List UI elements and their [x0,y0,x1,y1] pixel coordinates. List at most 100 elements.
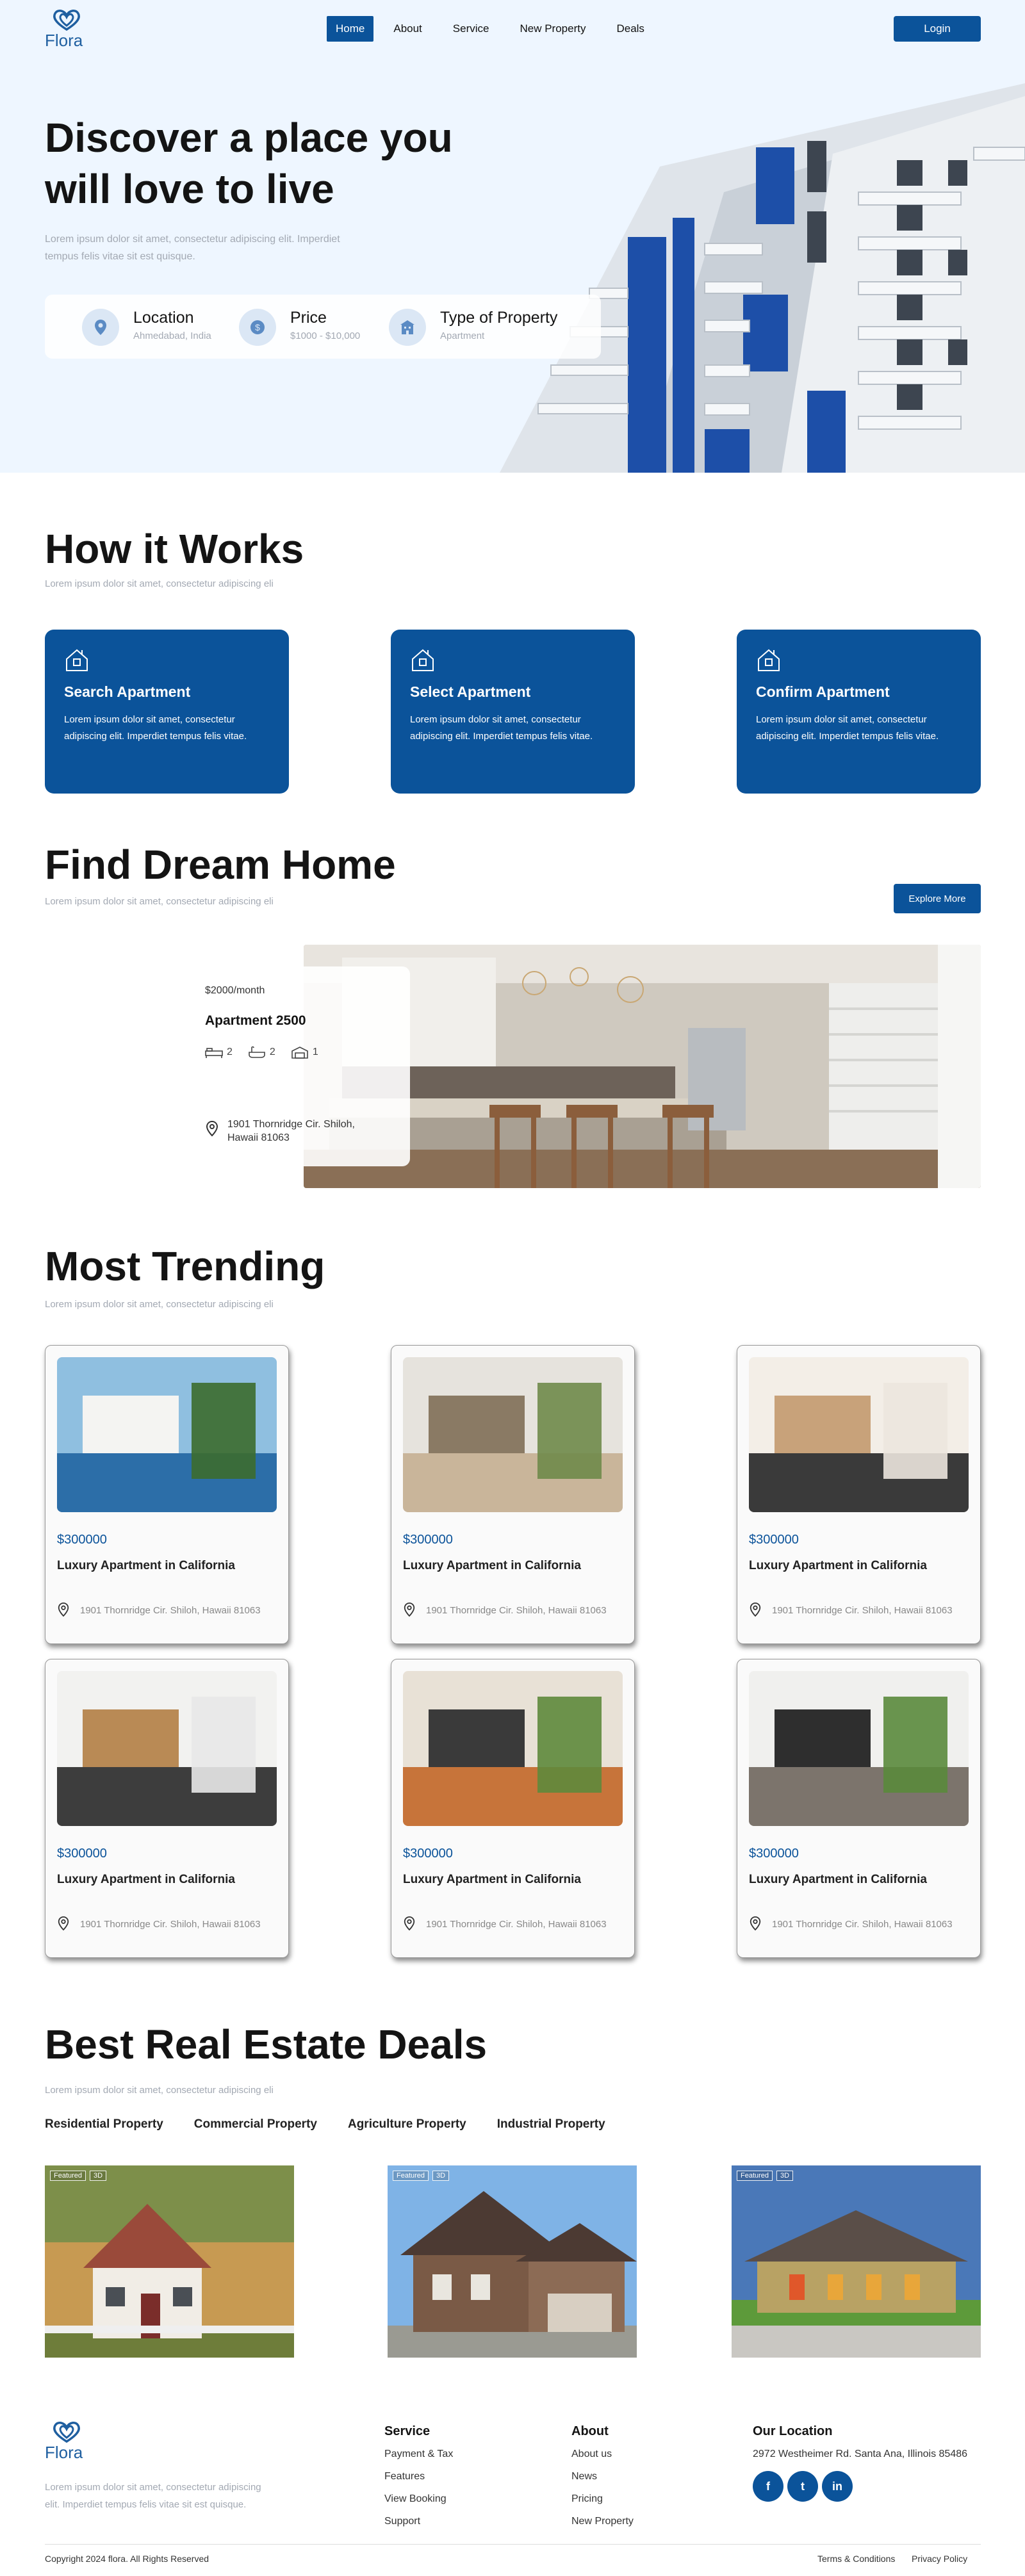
tab-industrial[interactable]: Industrial Property [497,2117,605,2132]
trending-property-photo [403,1671,623,1826]
trending-address: 1901 Thornridge Cir. Shiloh, Hawaii 8106… [772,1919,953,1930]
location-pin-icon [750,1916,761,1931]
trending-price: $300000 [403,1533,453,1547]
deal-card[interactable]: Featured 3D [732,2165,981,2358]
trending-card[interactable]: $300000 Luxury Apartment in California 190… [737,1659,981,1958]
footer-link-pricing[interactable]: Pricing [571,2493,603,2505]
property-search-bar: Location Ahmedabad, India $ Price $1000 … [45,295,601,359]
search-price[interactable]: $ Price $1000 - $10,000 [239,306,373,347]
logo[interactable]: Flora [45,9,90,50]
footer-link-features[interactable]: Features [384,2471,425,2482]
nav-service[interactable]: Service [442,16,500,42]
privacy-link[interactable]: Privacy Policy [912,2554,967,2564]
dollar-coin-icon: $ [239,309,276,346]
bed-icon [205,1048,223,1058]
footer-logo[interactable]: Flora [45,2421,96,2462]
tab-agriculture[interactable]: Agriculture Property [348,2117,466,2132]
footer-link-support[interactable]: Support [384,2516,420,2527]
trending-card[interactable]: $300000 Luxury Apartment in California 190… [45,1345,289,1644]
tab-commercial[interactable]: Commercial Property [194,2117,317,2132]
twitter-icon[interactable]: t [787,2471,818,2502]
main-nav: Home About Service New Property Deals [327,16,664,42]
location-pin-icon [82,309,119,346]
linkedin-icon[interactable]: in [822,2471,853,2502]
deals-title: Best Real Estate Deals [45,2021,488,2067]
trending-card[interactable]: $300000 Luxury Apartment in California 190… [391,1659,635,1958]
deal-card[interactable]: Featured 3D [388,2165,637,2358]
how-it-works-subtitle: Lorem ipsum dolor sit amet, consectetur … [45,578,274,589]
bath-count: 2 [269,1047,275,1057]
explore-more-button[interactable]: Explore More [894,884,981,913]
trending-address: 1901 Thornridge Cir. Shiloh, Hawaii 8106… [426,1605,607,1616]
location-pin-icon [404,1602,415,1617]
trending-name: Luxury Apartment in California [403,1873,581,1886]
trending-card[interactable]: $300000 Luxury Apartment in California 190… [737,1345,981,1644]
login-button[interactable]: Login [894,16,981,42]
home-confirm-icon [758,649,780,671]
how-card-title: Confirm Apartment [756,683,890,700]
featured-address: 1901 Thornridge Cir. Shiloh, Hawaii 8106… [227,1119,355,1143]
featured-badge: Featured [737,2171,773,2181]
deal-badges: Featured 3D [393,2171,450,2181]
trending-title: Most Trending [45,1243,325,1289]
featured-badge: Featured [50,2171,86,2181]
facebook-icon[interactable]: f [753,2471,783,2502]
nav-about[interactable]: About [382,16,432,42]
featured-property-card[interactable]: $2000/month Apartment 2500 2 2 1 1901 Th… [192,966,410,1166]
3d-badge: 3D [432,2171,450,2181]
trending-property-photo [57,1357,277,1512]
footer-link-about-us[interactable]: About us [571,2449,612,2460]
logo-mark-icon [53,10,80,31]
trending-name: Luxury Apartment in California [749,1873,927,1886]
dream-home-title: Find Dream Home [45,842,396,888]
trending-card[interactable]: $300000 Luxury Apartment in California 190… [391,1345,635,1644]
nav-new-property[interactable]: New Property [509,16,596,42]
trending-price: $300000 [57,1846,107,1861]
location-pin-icon [58,1602,69,1617]
trending-price: $300000 [749,1846,799,1861]
how-card-text: Lorem ipsum dolor sit amet, consectetur … [64,714,247,742]
footer-address: 2972 Westheimer Rd. Santa Ana, Illinois … [753,2449,968,2459]
location-pin-icon [206,1120,218,1137]
deal-house-photo [45,2165,294,2358]
search-location[interactable]: Location Ahmedabad, India [82,306,217,347]
trending-address: 1901 Thornridge Cir. Shiloh, Hawaii 8106… [772,1605,953,1616]
deal-badges: Featured 3D [50,2171,107,2181]
trending-card[interactable]: $300000 Luxury Apartment in California 190… [45,1659,289,1958]
copyright-text: Copyright 2024 flora. All Rights Reserve… [45,2554,209,2564]
hero-subtitle: Lorem ipsum dolor sit amet, consectetur … [45,234,340,262]
page: Flora Home About Service New Property De… [0,0,1025,2576]
featured-price: $2000/month [205,985,265,996]
bed-count: 2 [227,1047,233,1057]
how-card-text: Lorem ipsum dolor sit amet, consectetur … [410,714,593,742]
footer-link-payment[interactable]: Payment & Tax [384,2449,453,2460]
footer-link-new-property[interactable]: New Property [571,2516,634,2527]
nav-deals[interactable]: Deals [605,16,655,42]
search-price-label: Price [290,309,327,327]
how-card-select[interactable]: Select Apartment Lorem ipsum dolor sit a… [391,630,635,794]
footer-link-booking[interactable]: View Booking [384,2493,447,2505]
nav-home[interactable]: Home [327,16,374,42]
search-location-label: Location [133,309,194,327]
garage-count: 1 [312,1047,318,1057]
how-card-search[interactable]: Search Apartment Lorem ipsum dolor sit a… [45,630,289,794]
deal-card[interactable]: Featured 3D [45,2165,294,2358]
tab-residential[interactable]: Residential Property [45,2117,163,2132]
trending-address: 1901 Thornridge Cir. Shiloh, Hawaii 8106… [80,1605,261,1616]
trending-name: Luxury Apartment in California [403,1559,581,1572]
featured-badge: Featured [393,2171,429,2181]
how-card-confirm[interactable]: Confirm Apartment Lorem ipsum dolor sit … [737,630,981,794]
footer-location-title: Our Location [753,2424,833,2438]
search-price-value: $1000 - $10,000 [290,330,361,341]
footer-link-news[interactable]: News [571,2471,597,2482]
3d-badge: 3D [776,2171,794,2181]
search-property-type[interactable]: Type of Property Apartment [389,306,581,347]
terms-link[interactable]: Terms & Conditions [817,2554,895,2564]
footer-divider [45,2544,981,2545]
deal-tabs: Residential Property Commercial Property… [45,2117,636,2132]
dream-home-subtitle: Lorem ipsum dolor sit amet, consectetur … [45,896,274,907]
footer-about-title: About [571,2424,609,2438]
logo-text: Flora [45,2443,83,2462]
featured-amenities: 2 2 1 [205,1046,330,1059]
building-icon [389,309,426,346]
